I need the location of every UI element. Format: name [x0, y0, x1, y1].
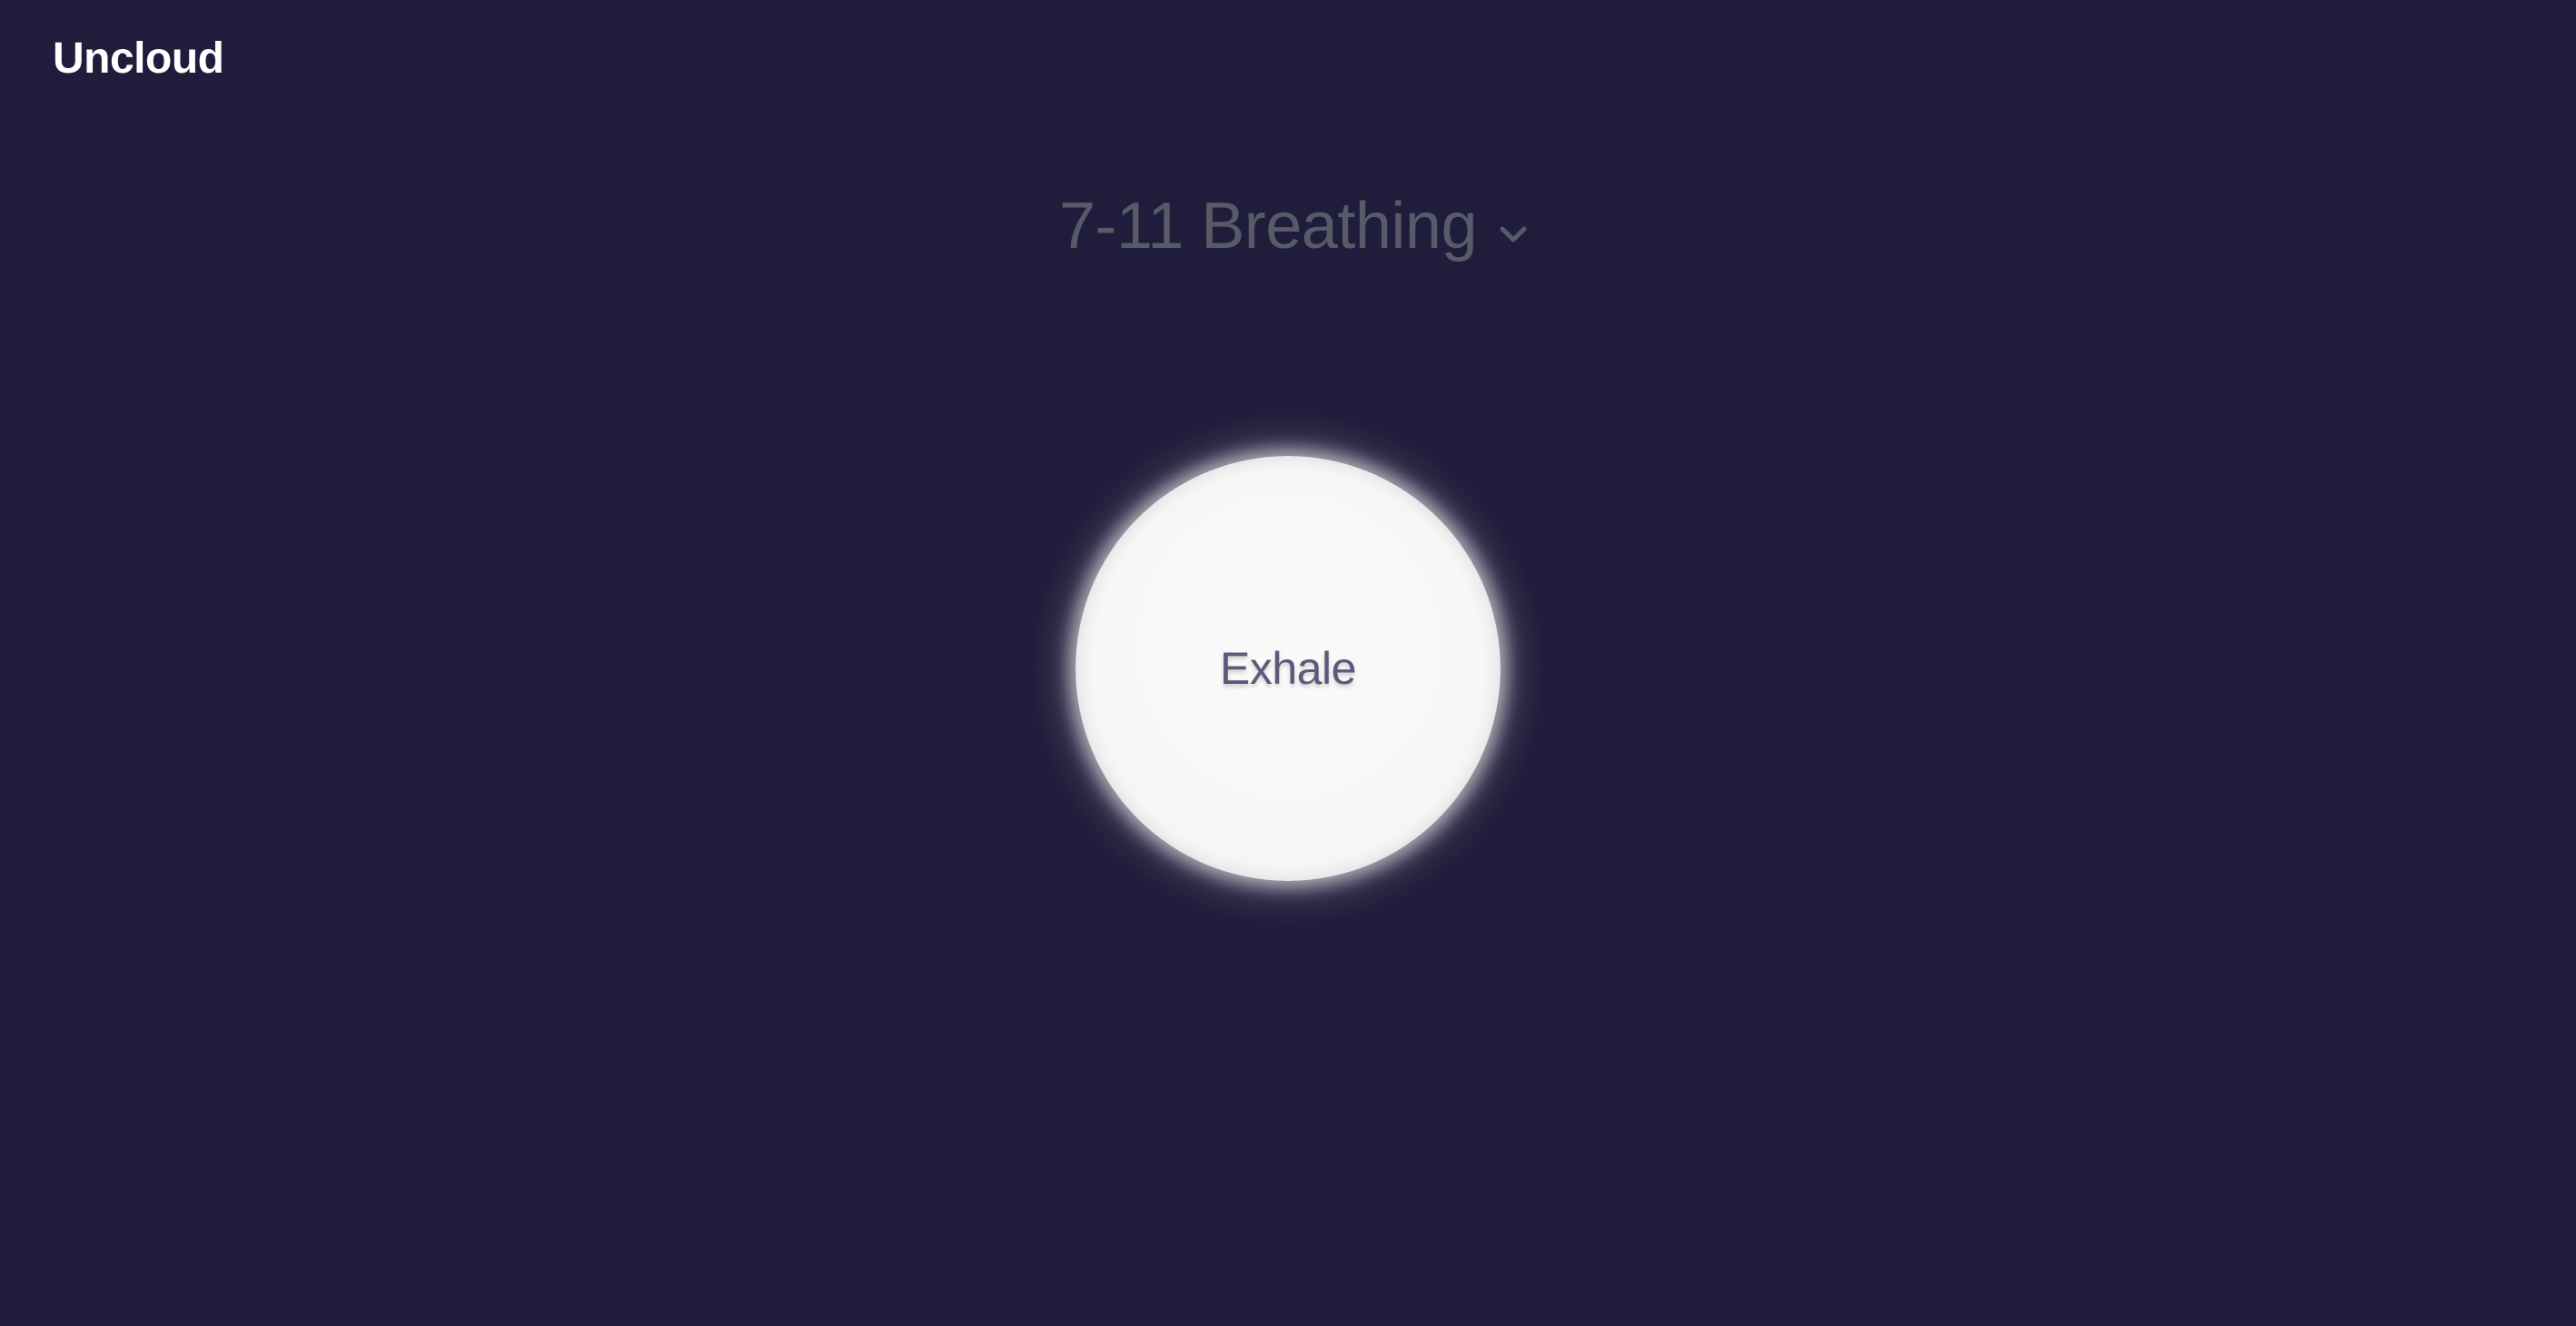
- app-logo[interactable]: Uncloud: [53, 31, 224, 87]
- chevron-down-icon: [1495, 216, 1531, 252]
- exercise-selector[interactable]: 7-11 Breathing: [1059, 185, 1531, 267]
- breath-phase-label: Exhale: [1220, 643, 1356, 694]
- breathing-circle[interactable]: Exhale: [1075, 456, 1501, 881]
- exercise-title: 7-11 Breathing: [1059, 190, 1477, 262]
